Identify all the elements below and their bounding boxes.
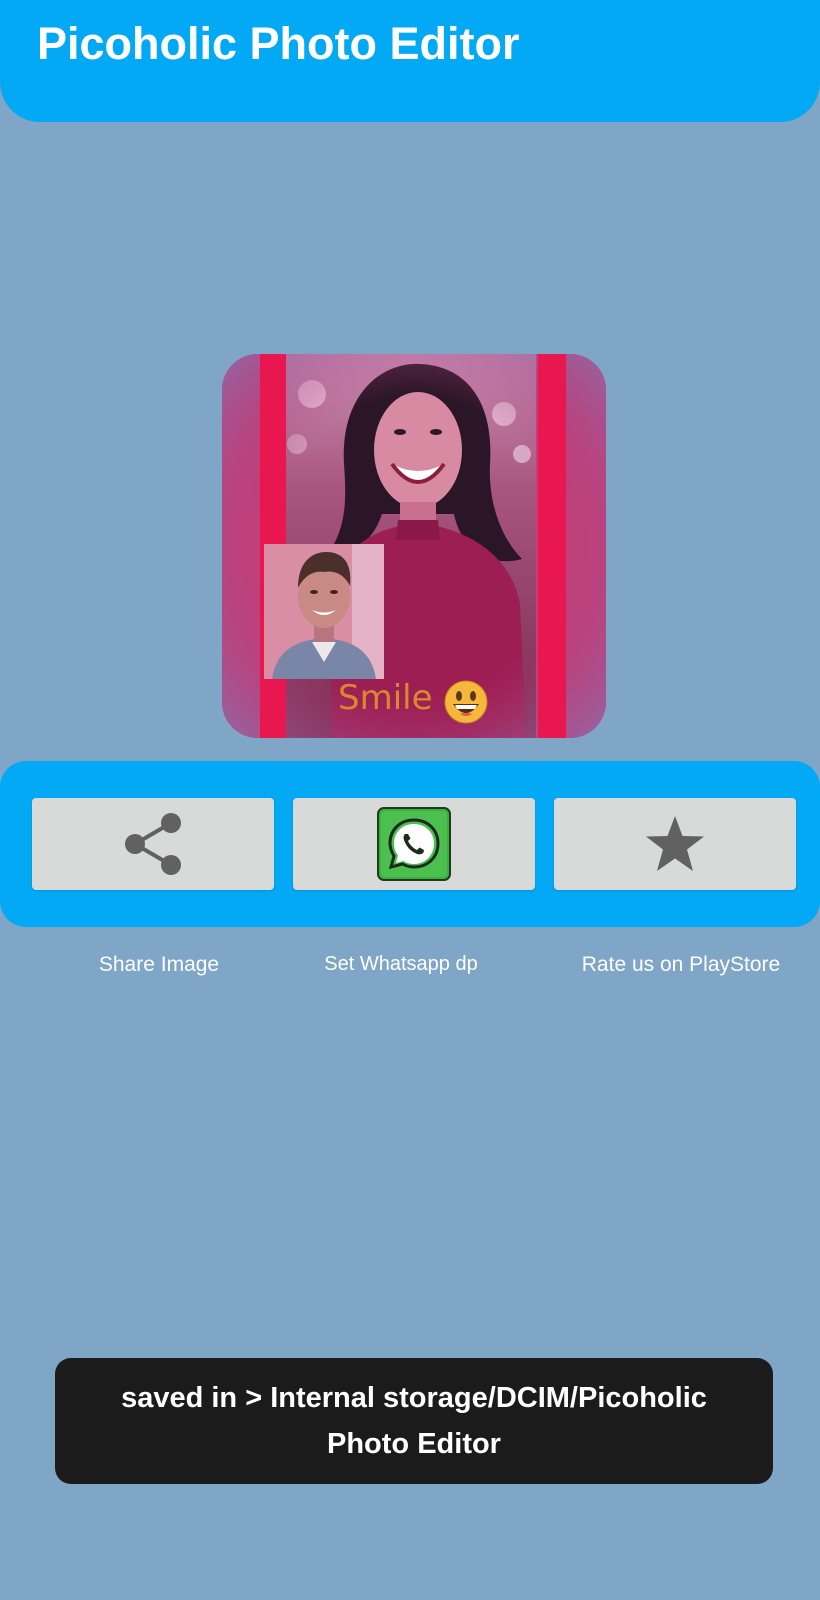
set-whatsapp-dp-button[interactable] xyxy=(293,798,535,890)
rate-us-label: Rate us on PlayStore xyxy=(581,953,781,976)
app-bar: Picoholic Photo Editor xyxy=(0,0,820,122)
app-title: Picoholic Photo Editor xyxy=(37,18,520,69)
star-icon xyxy=(646,816,704,871)
share-icon xyxy=(125,813,181,875)
toast-message: saved in > Internal storage/DCIM/Picohol… xyxy=(121,1382,707,1460)
share-button[interactable] xyxy=(32,798,274,890)
whatsapp-icon xyxy=(377,807,451,881)
share-image-label: Share Image xyxy=(98,953,220,976)
grinning-face-icon xyxy=(444,680,488,724)
set-whatsapp-dp-label: Set Whatsapp dp xyxy=(324,953,478,975)
saved-toast: saved in > Internal storage/DCIM/Picohol… xyxy=(55,1358,773,1484)
action-bar xyxy=(0,761,820,927)
inset-photo xyxy=(264,544,384,679)
rate-us-button[interactable] xyxy=(554,798,796,890)
edited-photo-preview: Smile xyxy=(222,354,606,738)
sticker-text: Smile xyxy=(338,678,433,718)
